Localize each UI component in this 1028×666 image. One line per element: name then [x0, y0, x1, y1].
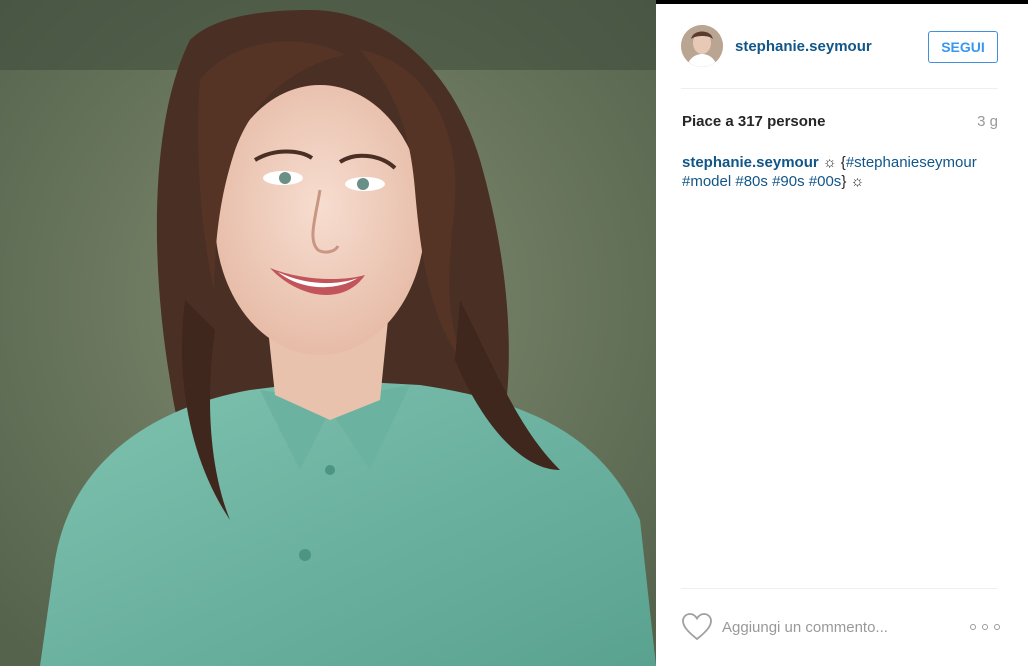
avatar[interactable] — [681, 25, 723, 67]
post-photo[interactable] — [0, 0, 656, 666]
hashtag-link[interactable]: #model — [682, 173, 731, 190]
post-sidebar: stephanie.seymour SEGUI Piace a 317 pers… — [656, 4, 1028, 666]
likes-count[interactable]: Piace a 317 persone — [682, 113, 825, 130]
hashtag-link[interactable]: #80s — [735, 173, 768, 190]
more-options-icon — [982, 624, 988, 630]
post-caption: stephanie.seymour ☼ {#stephanieseymour #… — [682, 153, 1002, 191]
hashtag-link[interactable]: #90s — [772, 173, 805, 190]
post-age[interactable]: 3 g — [977, 113, 998, 130]
hashtag-link[interactable]: #00s — [809, 173, 842, 190]
post-header: stephanie.seymour SEGUI — [656, 4, 1028, 88]
photo-illustration — [0, 0, 656, 666]
more-options-icon — [970, 624, 976, 630]
caption-prefix: ☼ { — [818, 154, 846, 171]
avatar-image — [681, 25, 723, 67]
hashtag-link[interactable]: #stephanieseymour — [846, 154, 977, 171]
comment-input[interactable] — [722, 614, 952, 640]
more-options-button[interactable] — [970, 619, 1000, 635]
footer-divider — [681, 588, 998, 589]
caption-username[interactable]: stephanie.seymour — [682, 154, 819, 171]
caption-suffix: } ☼ — [841, 173, 865, 190]
heart-icon — [682, 613, 712, 641]
like-button[interactable] — [681, 612, 713, 642]
author-username[interactable]: stephanie.seymour — [735, 38, 872, 55]
follow-button[interactable]: SEGUI — [928, 31, 998, 63]
header-divider — [681, 88, 998, 89]
more-options-icon — [994, 624, 1000, 630]
